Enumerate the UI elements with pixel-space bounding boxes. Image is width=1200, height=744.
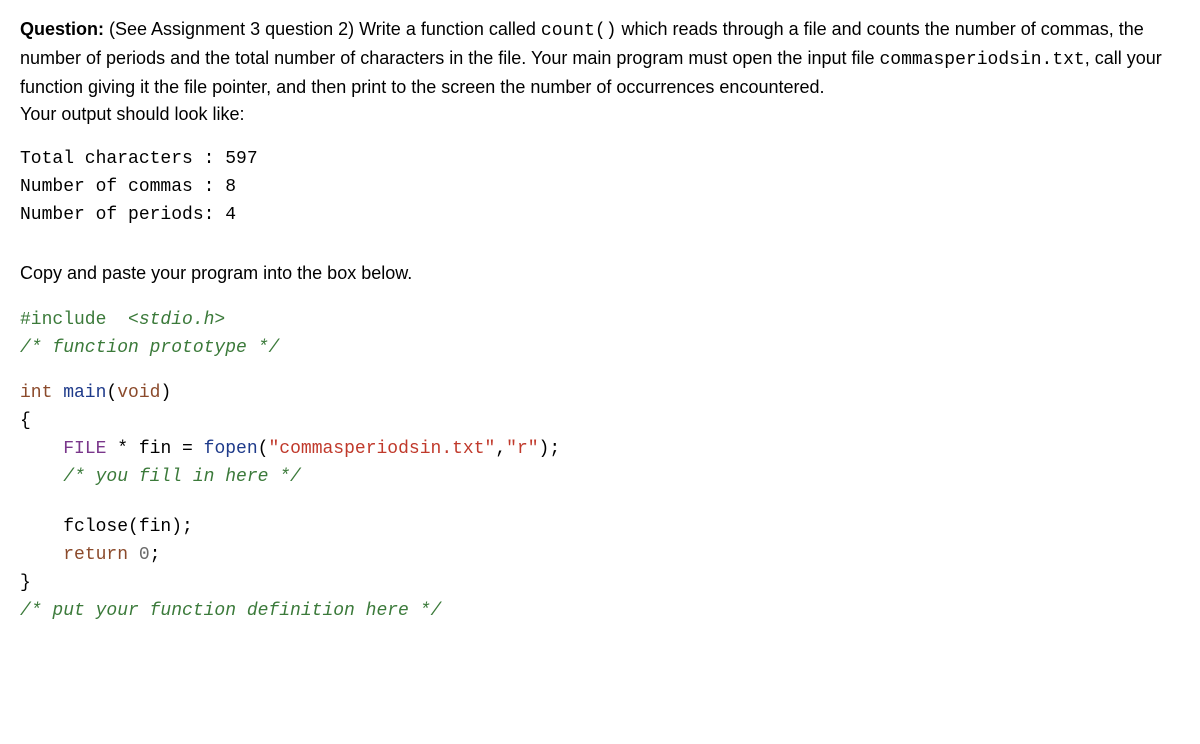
question-label: Question:	[20, 19, 104, 39]
string-filename: "commasperiodsin.txt"	[268, 439, 495, 459]
definition-comment: /* put your function definition here */	[20, 601, 441, 621]
question-paragraph: Question: (See Assignment 3 question 2) …	[20, 16, 1180, 128]
instruction-text: Copy and paste your program into the box…	[20, 260, 1180, 287]
right-brace: }	[20, 573, 31, 593]
output-line-2: Number of commas : 8	[20, 177, 236, 197]
question-body-1: (See Assignment 3 question 2) Write a fu…	[104, 19, 541, 39]
main-function: main	[52, 383, 106, 403]
question-fn-name: count()	[541, 21, 617, 41]
prototype-comment: /* function prototype */	[20, 338, 279, 358]
include-header: <stdio.h>	[117, 310, 225, 330]
string-mode: "r"	[506, 439, 538, 459]
question-tail: Your output should look like:	[20, 104, 245, 124]
void-keyword: void	[117, 383, 160, 403]
fill-comment: /* you fill in here */	[63, 467, 301, 487]
fopen-fn: fopen	[204, 439, 258, 459]
paren-close: )	[160, 383, 171, 403]
expected-output: Total characters : 597 Number of commas …	[20, 146, 1180, 230]
include-directive: #include	[20, 310, 117, 330]
question-filename: commasperiodsin.txt	[880, 50, 1085, 70]
fin-decl: * fin =	[106, 439, 203, 459]
int-keyword: int	[20, 383, 52, 403]
file-type: FILE	[63, 439, 106, 459]
fclose-call: fclose(fin);	[63, 517, 193, 537]
code-template: #include <stdio.h> /* function prototype…	[20, 307, 1180, 626]
paren-open: (	[106, 383, 117, 403]
output-line-1: Total characters : 597	[20, 149, 258, 169]
zero-literal: 0	[139, 545, 150, 565]
left-brace: {	[20, 411, 31, 431]
output-line-3: Number of periods: 4	[20, 205, 236, 225]
return-keyword: return	[63, 545, 128, 565]
